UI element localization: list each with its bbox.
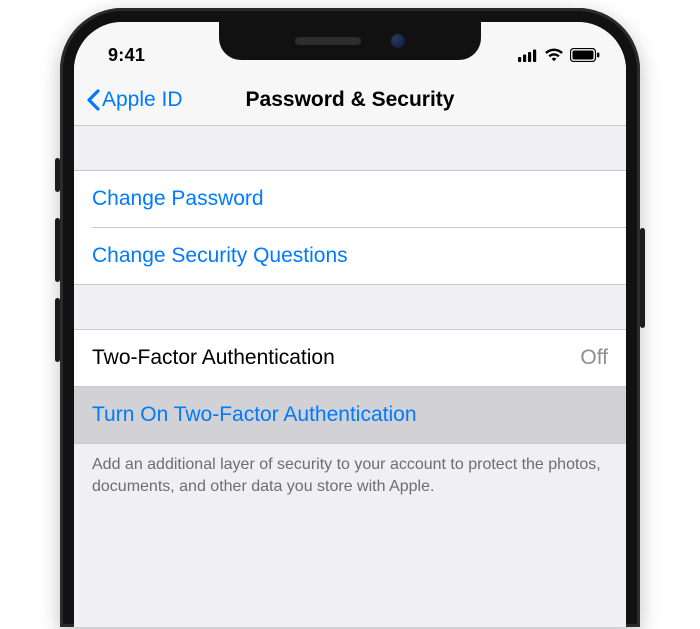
group-spacer bbox=[74, 126, 626, 170]
chevron-left-icon bbox=[86, 89, 100, 111]
phone-frame: 9:41 bbox=[60, 8, 640, 627]
two-factor-label: Two-Factor Authentication bbox=[92, 346, 335, 370]
status-time: 9:41 bbox=[108, 45, 145, 66]
change-security-questions-label: Change Security Questions bbox=[92, 244, 348, 268]
back-button[interactable]: Apple ID bbox=[86, 88, 183, 112]
two-factor-value: Off bbox=[580, 346, 608, 370]
turn-on-two-factor-label: Turn On Two-Factor Authentication bbox=[92, 403, 417, 427]
change-password-label: Change Password bbox=[92, 187, 264, 211]
battery-icon bbox=[570, 48, 600, 62]
content: Change Password Change Security Question… bbox=[74, 126, 626, 497]
status-right bbox=[518, 48, 600, 62]
page-title: Password & Security bbox=[246, 88, 455, 111]
group-spacer bbox=[74, 285, 626, 329]
change-password-cell[interactable]: Change Password bbox=[74, 171, 626, 227]
screen: 9:41 bbox=[74, 22, 626, 627]
notch bbox=[219, 22, 481, 60]
change-security-questions-cell[interactable]: Change Security Questions bbox=[74, 228, 626, 284]
earpiece-speaker bbox=[295, 37, 361, 45]
front-camera bbox=[391, 34, 405, 48]
cellular-icon bbox=[518, 49, 538, 62]
nav-bar: Apple ID Password & Security bbox=[74, 74, 626, 126]
volume-up-button bbox=[55, 218, 60, 282]
two-factor-status-cell[interactable]: Two-Factor Authentication Off bbox=[74, 330, 626, 386]
side-button bbox=[640, 228, 645, 328]
turn-on-two-factor-cell[interactable]: Turn On Two-Factor Authentication bbox=[74, 387, 626, 443]
mute-switch bbox=[55, 158, 60, 192]
wifi-icon bbox=[544, 48, 564, 62]
back-label: Apple ID bbox=[102, 88, 183, 112]
volume-down-button bbox=[55, 298, 60, 362]
section-footer: Add an additional layer of security to y… bbox=[74, 444, 626, 497]
